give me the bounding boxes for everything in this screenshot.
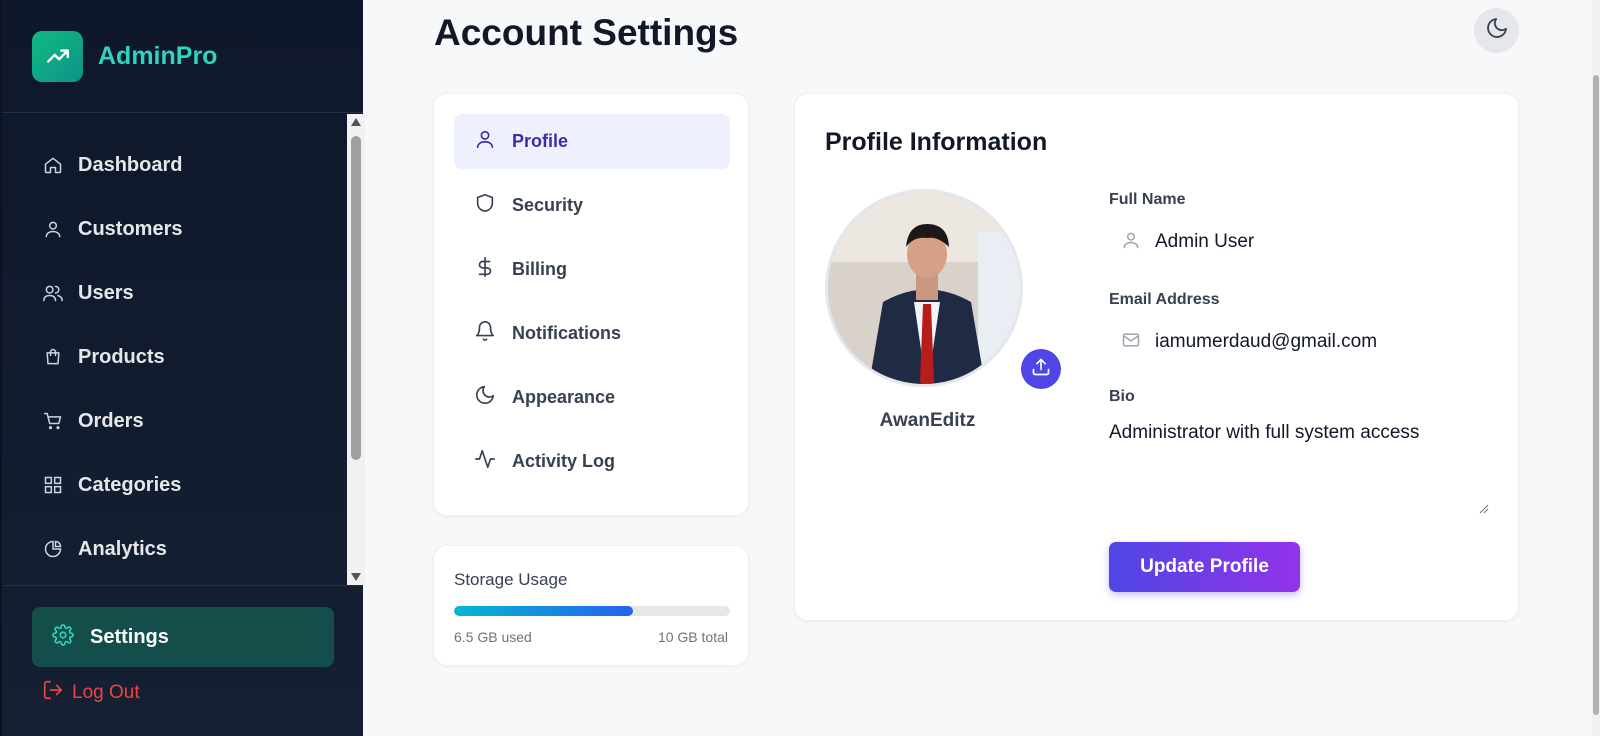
user-icon [42, 218, 64, 240]
storage-usage-card: Storage Usage 6.5 GB used 10 GB total [433, 545, 749, 666]
tab-appearance[interactable]: Appearance [454, 370, 730, 425]
sidebar-item-dashboard[interactable]: Dashboard [42, 145, 182, 185]
tab-activity-log[interactable]: Activity Log [454, 434, 730, 489]
home-icon [42, 154, 64, 176]
tab-profile[interactable]: Profile [454, 114, 730, 169]
cart-icon [42, 410, 64, 432]
bell-icon [474, 320, 496, 347]
sidebar-item-orders[interactable]: Orders [42, 401, 144, 441]
tab-label: Security [512, 195, 584, 215]
gear-icon [52, 623, 74, 651]
moon-icon [1485, 16, 1509, 45]
tab-label: Activity Log [512, 451, 616, 471]
pie-chart-icon [42, 538, 64, 560]
brand-name: AdminPro [98, 41, 218, 70]
full-name-value: Admin User [1155, 231, 1255, 252]
sidebar-item-categories[interactable]: Categories [42, 465, 181, 505]
section-heading: Profile Information [825, 128, 1048, 156]
bio-label: Bio [1109, 388, 1135, 405]
logout-icon [42, 679, 64, 706]
tab-label: Notifications [512, 323, 622, 343]
scroll-down-arrow-icon[interactable] [351, 573, 361, 581]
bio-textarea[interactable]: Administrator with full system access [1109, 422, 1489, 514]
sidebar-item-analytics[interactable]: Analytics [42, 529, 167, 569]
user-icon [474, 128, 496, 155]
page-title: Account Settings [434, 12, 739, 53]
trending-up-icon [32, 30, 83, 82]
settings-tabs: Profile Security Billing Notifications A… [433, 93, 749, 516]
update-profile-button[interactable]: Update Profile [1109, 542, 1300, 592]
sidebar-item-label: Categories [78, 473, 182, 496]
avatar [825, 189, 1023, 387]
bio-value: Administrator with full system access [1109, 422, 1420, 443]
tab-security[interactable]: Security [454, 178, 730, 233]
brand[interactable]: AdminPro [2, 0, 363, 113]
sidebar-item-label: Products [78, 345, 165, 368]
sidebar-item-customers[interactable]: Customers [42, 209, 182, 249]
logout-button[interactable]: Log Out [42, 679, 140, 706]
storage-used: 6.5 GB used [454, 629, 532, 645]
sidebar-item-products[interactable]: Products [42, 337, 165, 377]
shopping-bag-icon [42, 346, 64, 368]
sidebar-item-settings[interactable]: Settings [32, 607, 334, 667]
moon-icon [474, 384, 496, 411]
shield-icon [474, 192, 496, 219]
sidebar-nav: Dashboard Customers Users Products Order… [2, 114, 347, 585]
sidebar-item-label: Dashboard [78, 153, 183, 176]
tab-label: Appearance [512, 387, 616, 407]
sidebar-item-users[interactable]: Users [42, 273, 134, 313]
profile-information-card: Profile Information AwanEditz Full Name [794, 93, 1519, 621]
sidebar-item-label: Customers [78, 217, 183, 240]
settings-label: Settings [90, 625, 169, 648]
sidebar: AdminPro Dashboard Customers Users Produ… [0, 0, 365, 736]
user-icon [1121, 230, 1141, 255]
storage-title: Storage Usage [454, 570, 568, 589]
email-value: iamumerdaud@gmail.com [1155, 331, 1378, 352]
upload-icon [1031, 357, 1051, 382]
tab-notifications[interactable]: Notifications [454, 306, 730, 361]
username: AwanEditz [879, 410, 976, 431]
theme-toggle-button[interactable] [1474, 8, 1519, 53]
grid-icon [42, 474, 64, 496]
page-scrollbar-thumb[interactable] [1593, 75, 1599, 715]
scrollbar-thumb[interactable] [351, 136, 361, 460]
full-name-field[interactable]: Admin User [1109, 220, 1489, 264]
email-field[interactable]: iamumerdaud@gmail.com [1109, 320, 1489, 364]
main-content: Account Settings Profile Security Billin… [363, 0, 1600, 736]
tab-label: Billing [512, 259, 567, 279]
sidebar-item-label: Analytics [78, 537, 167, 560]
upload-avatar-button[interactable] [1021, 349, 1061, 389]
tab-billing[interactable]: Billing [454, 242, 730, 297]
activity-icon [474, 448, 496, 475]
mail-icon [1121, 330, 1141, 355]
resize-handle-icon[interactable] [1479, 498, 1489, 514]
sidebar-item-label: Orders [78, 409, 144, 432]
page-scrollbar[interactable] [1592, 0, 1600, 736]
full-name-label: Full Name [1109, 191, 1186, 208]
sidebar-item-label: Users [78, 281, 134, 304]
sidebar-footer: Settings Log Out [2, 585, 363, 736]
storage-total: 10 GB total [657, 629, 728, 645]
users-icon [42, 282, 64, 304]
email-label: Email Address [1109, 291, 1220, 308]
scroll-up-arrow-icon[interactable] [351, 118, 361, 126]
storage-progress-fill [454, 606, 634, 616]
tab-label: Profile [512, 131, 569, 151]
dollar-icon [474, 256, 496, 283]
storage-progress-bar [454, 606, 730, 616]
logout-label: Log Out [72, 681, 140, 703]
